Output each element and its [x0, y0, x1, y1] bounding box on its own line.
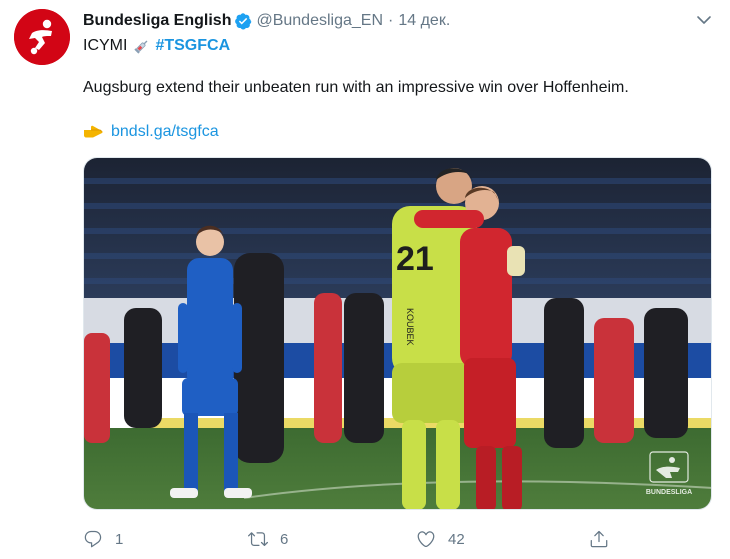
- shirt-number: 21: [396, 240, 434, 278]
- external-link[interactable]: bndsl.ga/tsgfca: [111, 123, 219, 141]
- icymi-text: ICYMI: [83, 37, 128, 54]
- match-photo: 21 KOUBEK BUNDESLIGA: [84, 158, 711, 509]
- avatar[interactable]: [14, 9, 70, 65]
- tweet-header: Bundesliga English @Bundesliga_EN · 14 д…: [83, 11, 450, 31]
- tweet-text: Augsburg extend their unbeaten run with …: [83, 79, 629, 96]
- tweet-photo[interactable]: 21 KOUBEK BUNDESLIGA: [83, 157, 712, 510]
- heart-icon: [417, 531, 435, 548]
- shirt-name: KOUBEK: [405, 308, 415, 346]
- tweet-first-line: ICYMI #TSGFCA: [83, 36, 230, 56]
- user-handle[interactable]: @Bundesliga_EN: [256, 12, 383, 30]
- pointing-hand-icon: [84, 125, 103, 138]
- like-count: 42: [448, 530, 465, 548]
- watermark-text: BUNDESLIGA: [646, 489, 692, 496]
- tweet-actions: 1 6 42: [83, 528, 703, 550]
- reply-icon: [84, 530, 102, 548]
- share-icon: [590, 530, 608, 548]
- like-button[interactable]: 42: [416, 528, 465, 550]
- hashtag-link[interactable]: #TSGFCA: [155, 37, 230, 55]
- retweet-count: 6: [280, 530, 289, 548]
- share-button[interactable]: [589, 528, 609, 550]
- tweet-date[interactable]: 14 дек.: [398, 12, 450, 30]
- reply-count: 1: [115, 530, 124, 548]
- retweet-button[interactable]: 6: [248, 528, 288, 550]
- chevron-down-icon[interactable]: [696, 12, 712, 28]
- display-name[interactable]: Bundesliga English: [83, 12, 231, 30]
- separator-dot: ·: [388, 12, 394, 29]
- tweet[interactable]: Bundesliga English @Bundesliga_EN · 14 д…: [0, 0, 730, 559]
- verified-badge-icon: [235, 13, 252, 30]
- reply-button[interactable]: 1: [83, 528, 123, 550]
- retweet-icon: [248, 532, 268, 547]
- syringe-icon: [134, 40, 148, 54]
- tweet-link-line: bndsl.ga/tsgfca: [83, 122, 219, 142]
- bundesliga-logo-icon: [14, 9, 70, 65]
